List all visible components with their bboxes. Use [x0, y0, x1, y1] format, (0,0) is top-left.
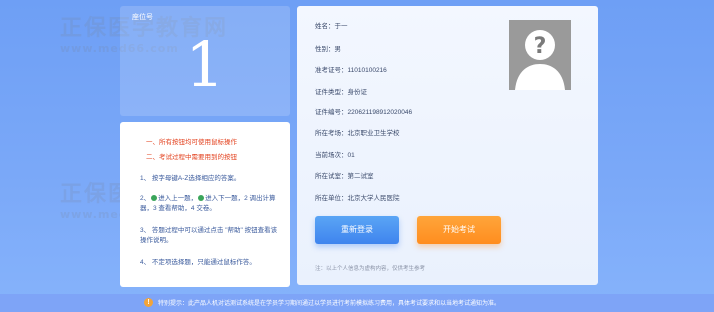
candidate-info-panel: 姓名：于一 性别：男 准考证号：11010100216 证件类型：身份证 证件编… [297, 6, 598, 285]
info-id-type: 证件类型：身份证 [315, 89, 367, 96]
prev-question-icon [151, 195, 158, 201]
seat-number-panel: 座位号 1 [120, 6, 290, 116]
start-exam-button[interactable]: 开始考试 [417, 216, 501, 244]
info-session: 当前场次：01 [315, 152, 355, 159]
seat-number-label: 座位号 [132, 14, 153, 21]
warning-icon: ! [144, 298, 153, 307]
relogin-button[interactable]: 重新登录 [315, 216, 399, 244]
footer-bar: ! 特别提示：此产品人机对话测试系统是在学员学习期间通过以学员进行考前模拟练习费… [0, 294, 714, 312]
instruction-item-2: 2、 进入上一题， 进入下一题，2 调出计算器，3 查看帮助，4 交卷。 [140, 195, 276, 212]
next-question-icon [198, 195, 205, 201]
info-exam-room: 所在试室：第二试室 [315, 173, 374, 180]
info-exam-site: 所在考场：北京职业卫生学校 [315, 130, 400, 137]
info-unit: 所在单位：北京大学人民医院 [315, 195, 400, 202]
seat-number-value: 1 [185, 28, 225, 101]
info-ticket-number: 准考证号：11010100216 [315, 67, 387, 74]
instruction-item-3: 3、 答题过程中可以通过点击 "帮助" 按钮查看该操作说明。 [140, 227, 278, 244]
instruction-item-1: 1、 按字母键A-Z选择相应的答案。 [140, 175, 241, 182]
info-disclaimer: 注：以上个人信息为虚构内容，仅供考生参考 [315, 266, 426, 272]
footer-notice: 特别提示：此产品人机对话测试系统是在学员学习期间通过以学员进行考前模拟练习费用，… [158, 301, 501, 307]
instructions-panel: 一、所有按钮均可使用鼠标操作 二、考试过程中需要用到的按钮 1、 按字母键A-Z… [120, 122, 290, 287]
instruction-heading-2: 二、考试过程中需要用到的按钮 [146, 154, 237, 161]
info-gender: 性别：男 [315, 46, 341, 53]
candidate-photo-placeholder-icon: ? [509, 20, 571, 90]
instruction-heading-1: 一、所有按钮均可使用鼠标操作 [146, 139, 237, 146]
info-name: 姓名：于一 [315, 23, 348, 30]
svg-text:?: ? [534, 34, 547, 59]
instruction-item-4: 4、 不定项选择题，只能通过鼠标作答。 [140, 259, 256, 266]
info-id-number: 证件编号：220621198912020046 [315, 109, 413, 116]
